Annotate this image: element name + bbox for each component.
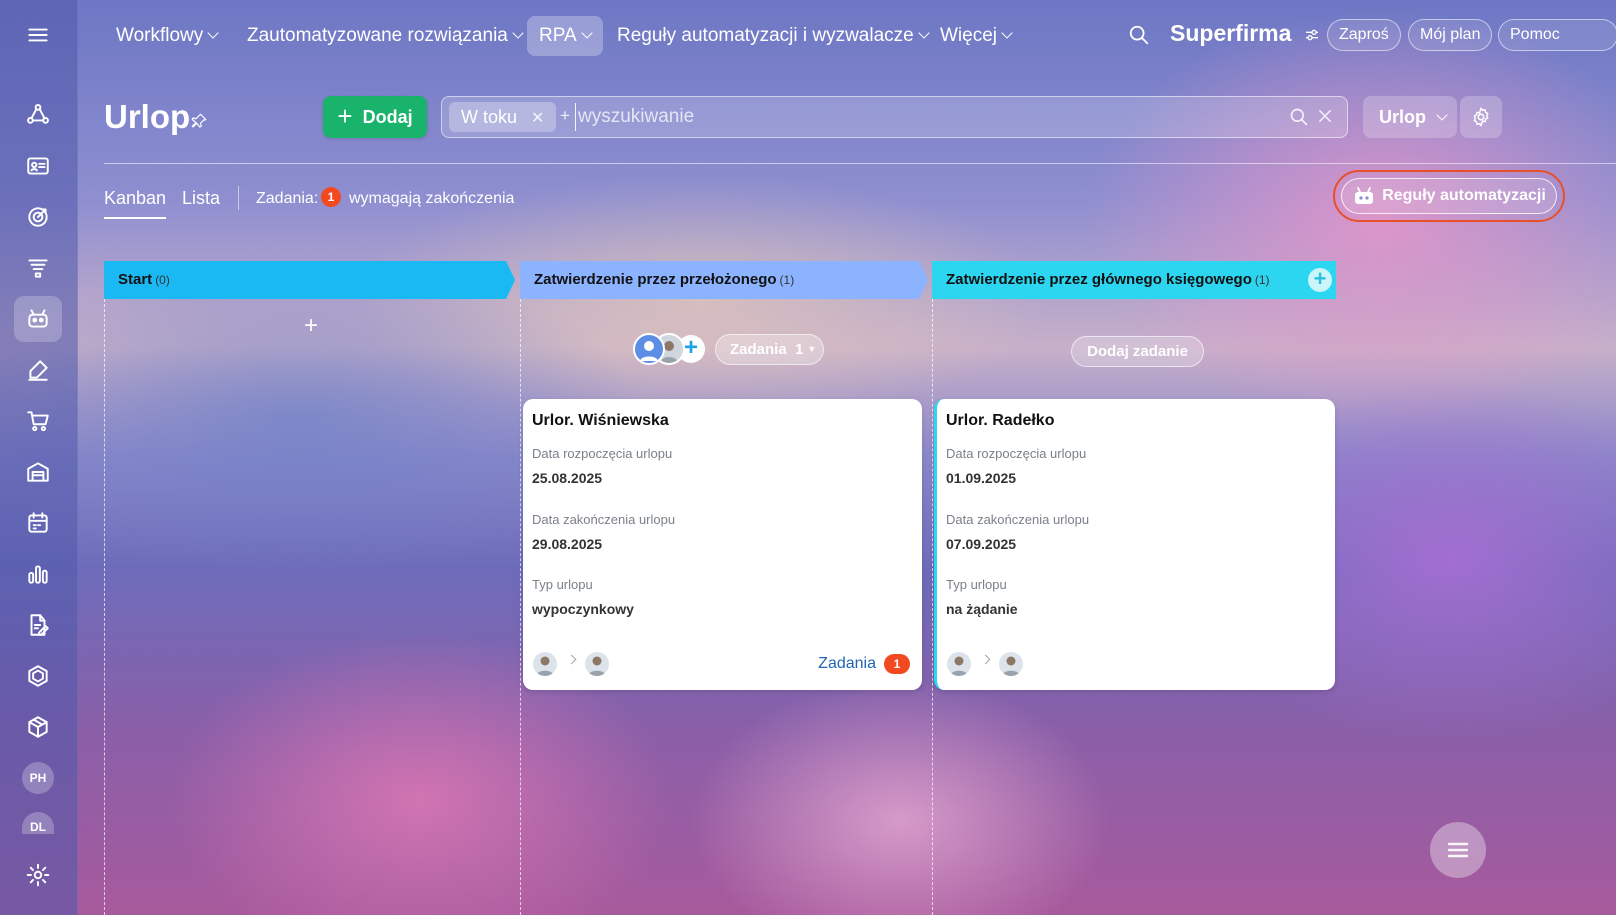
robot-icon — [1355, 187, 1374, 204]
avatar — [999, 652, 1023, 676]
invite-button[interactable]: Zaproś — [1327, 19, 1401, 51]
workflow-icon[interactable] — [14, 92, 62, 138]
help-button[interactable]: Pomoc — [1498, 19, 1616, 51]
field-label: Data rozpoczęcia urlopu — [946, 446, 1087, 461]
robot-icon[interactable] — [14, 296, 62, 342]
hexagon-icon[interactable] — [14, 653, 62, 699]
tab-list[interactable]: Lista — [182, 188, 220, 209]
chevron-down-icon: ▼ — [807, 344, 817, 354]
target-icon[interactable] — [14, 194, 62, 240]
tasks-count-badge: 1 — [884, 654, 910, 674]
nav-rpa[interactable]: RPA — [527, 16, 603, 56]
add-filter-icon[interactable]: + — [560, 106, 570, 126]
search-input[interactable] — [575, 103, 1255, 131]
remove-filter-icon[interactable]: ✕ — [531, 110, 544, 127]
kanban-card[interactable]: Urlor. Wiśniewska Data rozpoczęcia urlop… — [523, 399, 922, 690]
field-label: Data zakończenia urlopu — [532, 512, 676, 527]
nav-automation-rules[interactable]: Reguły automatyzacji i wyzwalacze — [605, 16, 940, 56]
filter-tag-in-progress[interactable]: W toku ✕ — [449, 102, 557, 132]
field-label: Typ urlopu — [532, 577, 593, 592]
avatar — [947, 652, 971, 676]
card-participants[interactable] — [533, 652, 613, 678]
settings-button[interactable] — [1460, 96, 1502, 138]
column-divider — [520, 299, 521, 915]
avatar — [585, 652, 609, 676]
chevron-down-icon — [512, 27, 524, 39]
chevron-down-icon — [207, 27, 219, 39]
menu-icon[interactable] — [14, 12, 62, 58]
tasks-label[interactable]: Zadania: — [256, 190, 318, 208]
settings-icon[interactable] — [14, 852, 62, 898]
field-value: 01.09.2025 — [946, 470, 1017, 486]
my-plan-button[interactable]: Mój plan — [1408, 19, 1493, 51]
crm-card-icon[interactable] — [14, 143, 62, 189]
nav-workflowy[interactable]: Workflowy — [104, 16, 229, 56]
field-value: 29.08.2025 — [532, 536, 603, 552]
calendar-icon[interactable] — [14, 500, 62, 546]
field-value: na żądanie — [946, 601, 1018, 617]
gear-icon — [1473, 107, 1489, 127]
company-name[interactable]: Superfirma — [1170, 20, 1320, 47]
card-tasks-link[interactable]: Zadania 1 — [818, 654, 910, 674]
add-task-button[interactable]: Dodaj zadanie — [1071, 336, 1204, 367]
column-divider — [104, 299, 105, 915]
automation-rules-button[interactable]: Reguły automatyzacji — [1333, 170, 1565, 222]
chevron-right-icon — [980, 654, 991, 665]
warehouse-icon[interactable] — [14, 449, 62, 495]
card-title[interactable]: Urlor. Wiśniewska — [532, 412, 669, 430]
chevron-right-icon — [566, 654, 577, 665]
nav-automated-solutions[interactable]: Zautomatyzowane rozwiązania — [235, 16, 534, 56]
cart-icon[interactable] — [14, 398, 62, 444]
analytics-icon[interactable] — [14, 551, 62, 597]
column-header-start[interactable]: Start (0) — [104, 261, 515, 299]
add-item-button[interactable]: + — [304, 312, 318, 340]
avatar[interactable]: PH — [22, 762, 54, 794]
process-type-dropdown[interactable]: Urlop — [1363, 96, 1457, 138]
search-icon[interactable] — [1289, 107, 1309, 127]
clear-icon[interactable] — [1316, 107, 1334, 125]
nav-more[interactable]: Więcej — [928, 16, 1023, 56]
search-icon[interactable] — [1128, 24, 1150, 46]
field-value: 07.09.2025 — [946, 536, 1017, 552]
tab-kanban[interactable]: Kanban — [104, 188, 167, 219]
column-header-accountant-approval[interactable]: Zatwierdzenie przez głównego księgowego(… — [932, 261, 1336, 299]
add-button[interactable]: + Dodaj — [323, 96, 427, 138]
user-icon — [633, 333, 665, 365]
pin-icon[interactable] — [190, 112, 208, 130]
add-column-button[interactable]: + — [1308, 268, 1332, 292]
sign-pen-icon[interactable] — [14, 347, 62, 393]
chevron-down-icon — [1001, 27, 1013, 39]
field-value: wypoczynkowy — [532, 601, 634, 617]
list-icon — [1447, 842, 1469, 858]
field-label: Data rozpoczęcia urlopu — [532, 446, 673, 461]
card-participants[interactable] — [947, 652, 1027, 678]
avatar[interactable]: DL — [22, 812, 54, 834]
document-edit-icon[interactable] — [14, 602, 62, 648]
page-title: Urlop — [104, 98, 191, 135]
filter-search-bar[interactable]: W toku ✕ + — [441, 96, 1348, 138]
card-title[interactable]: Urlor. Radełko — [946, 412, 1054, 430]
field-label: Typ urlopu — [946, 577, 1007, 592]
field-value: 25.08.2025 — [532, 470, 603, 486]
kanban-card[interactable]: Urlor. Radełko Data rozpoczęcia urlopu 0… — [934, 399, 1335, 690]
tasks-count-badge[interactable]: 1 — [321, 187, 341, 207]
filter-funnel-icon[interactable] — [14, 245, 62, 291]
tasks-filter-pill[interactable]: Zadania 1 ▼ — [715, 334, 824, 365]
list-menu-button[interactable] — [1430, 822, 1486, 878]
chevron-down-icon — [581, 27, 593, 39]
header-divider — [104, 163, 1616, 164]
chevron-down-icon — [1436, 109, 1448, 121]
toolbar-divider — [238, 186, 239, 210]
column-divider — [932, 299, 933, 915]
plus-icon: + — [337, 101, 353, 131]
sliders-icon — [1305, 29, 1318, 41]
responsible-avatars[interactable]: + — [633, 333, 705, 365]
tasks-pending-text[interactable]: wymagają zakończenia — [349, 190, 514, 208]
column-header-manager-approval[interactable]: Zatwierdzenie przez przełożonego (1) — [520, 261, 928, 299]
box-icon[interactable] — [14, 704, 62, 750]
sidebar: PH DL — [0, 0, 78, 915]
field-label: Data zakończenia urlopu — [946, 512, 1090, 527]
avatar — [533, 652, 557, 676]
top-navigation: Workflowy Zautomatyzowane rozwiązania RP… — [78, 0, 1616, 70]
